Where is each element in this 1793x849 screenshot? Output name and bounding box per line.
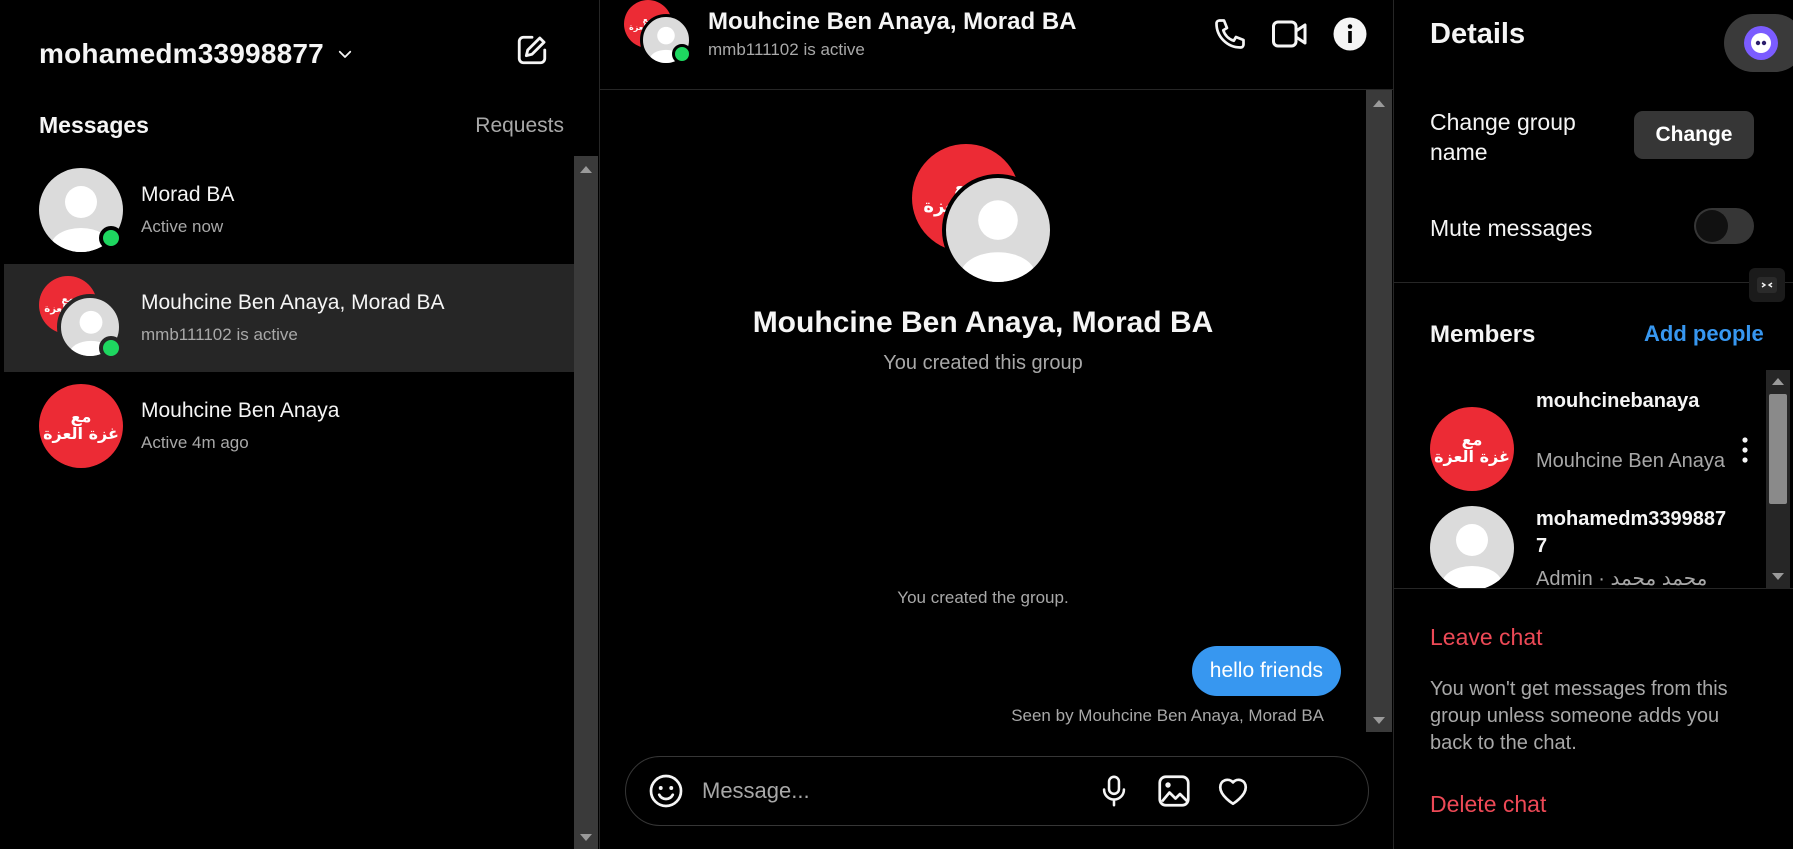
group-created-caption: You created this group [883, 352, 1083, 374]
conversation-panel: معغزة العزة Mouhcine Ben Anaya, Morad BA… [600, 0, 1394, 849]
message-composer [625, 756, 1369, 826]
divider [1394, 282, 1793, 283]
group-avatar[interactable]: معغزة العزة [624, 0, 694, 66]
scroll-down-arrow-icon[interactable] [1373, 717, 1385, 724]
compose-icon [517, 35, 547, 65]
details-title: Details [1430, 18, 1526, 50]
member-item[interactable]: mohamedm33998877 Admin · محمد محمد [1430, 506, 1750, 588]
seen-receipt: Seen by Mouhcine Ben Anaya, Morad BA [1011, 706, 1324, 725]
system-message: You created the group. [897, 588, 1069, 607]
leave-chat-button[interactable]: Leave chat [1430, 624, 1543, 651]
conversation-status: Active now [141, 217, 224, 236]
member-username: mouhcinebanaya [1536, 390, 1700, 412]
leave-chat-note: You won't get messages from this group u… [1430, 678, 1728, 754]
message-bubble-sent[interactable]: hello friends [1191, 646, 1341, 696]
online-indicator [99, 336, 123, 360]
mute-messages-label: Mute messages [1430, 215, 1593, 241]
browser-extension-button[interactable] [1724, 14, 1793, 72]
mute-messages-toggle[interactable] [1694, 208, 1754, 244]
add-people-link[interactable]: Add people [1644, 321, 1764, 347]
scrollbar-thumb[interactable] [1769, 394, 1787, 504]
scroll-up-arrow-icon[interactable] [1373, 100, 1385, 107]
delete-chat-button[interactable]: Delete chat [1430, 791, 1546, 818]
online-indicator [99, 226, 123, 250]
emoji-icon [649, 774, 683, 808]
avatar: مع غزة العزة [39, 384, 123, 468]
default-avatar-icon [1430, 506, 1514, 588]
member-full-name: Mouhcine Ben Anaya [1536, 450, 1726, 472]
more-icon [1742, 437, 1748, 463]
red-profile-avatar: معغزة العزة [1430, 407, 1514, 491]
conversation-item[interactable]: Morad BA Active now [4, 156, 574, 264]
phone-icon [1215, 19, 1245, 49]
info-icon [1333, 17, 1367, 51]
conversation-name: Mouhcine Ben Anaya, Morad BA [141, 291, 445, 314]
tab-messages[interactable]: Messages [39, 112, 149, 139]
members-heading: Members [1430, 321, 1536, 348]
conversation-name: Morad BA [141, 183, 235, 206]
thread-scrollbar[interactable] [1366, 90, 1392, 732]
image-icon [1158, 775, 1190, 807]
member-item[interactable]: مع غزة العزة mouhcinebanaya Mouhcine Ben … [1430, 388, 1750, 498]
chevron-down-icon [338, 50, 352, 58]
side-extension-icon[interactable] [1749, 268, 1785, 302]
account-username: mohamedm33998877 [39, 38, 324, 69]
conversation-item[interactable]: مع غزة العزة Mouhcine Ben Anaya Active 4m… [4, 372, 574, 480]
tab-requests[interactable]: Requests [475, 114, 564, 138]
group-avatar-large: معغزة العزة [912, 144, 1058, 286]
details-panel: Details Change group name Change Mute me… [1394, 0, 1793, 849]
member-options-button[interactable] [1735, 435, 1755, 465]
conversation-info-button[interactable] [1330, 14, 1370, 54]
conversation-status: Active 4m ago [141, 433, 249, 452]
microphone-icon [1102, 775, 1126, 807]
online-indicator [672, 44, 692, 64]
message-thread: معغزة العزة Mouhcine Ben Anaya, Morad BA… [600, 90, 1366, 740]
change-group-name-button[interactable]: Change [1634, 111, 1754, 159]
voice-message-button[interactable] [1094, 771, 1134, 811]
group-name-heading: Mouhcine Ben Anaya, Morad BA [752, 306, 1214, 339]
chat-status: mmb111102 is active [708, 40, 865, 59]
emoji-button[interactable] [646, 771, 686, 811]
scroll-up-arrow-icon[interactable] [1772, 378, 1784, 385]
message-input[interactable] [702, 778, 1162, 804]
members-list: مع غزة العزة mouhcinebanaya Mouhcine Ben … [1394, 370, 1766, 588]
inbox-tabs: Messages Requests [39, 112, 564, 139]
inbox-panel: mohamedm33998877 Messages Requests Morad… [0, 0, 600, 849]
audio-call-button[interactable] [1210, 14, 1250, 54]
chat-header: معغزة العزة Mouhcine Ben Anaya, Morad BA… [600, 0, 1394, 90]
members-scrollbar[interactable] [1766, 370, 1790, 588]
new-message-button[interactable] [512, 30, 552, 70]
scroll-up-arrow-icon[interactable] [580, 166, 592, 173]
scroll-down-arrow-icon[interactable] [1772, 573, 1784, 580]
red-profile-avatar: معغزة العزة [39, 384, 123, 468]
attach-image-button[interactable] [1154, 771, 1194, 811]
video-icon [1272, 20, 1307, 48]
conversation-list: Morad BA Active now معغزة العزة Mouhcine… [4, 156, 574, 480]
conversation-name: Mouhcine Ben Anaya [141, 399, 340, 422]
inbox-scrollbar[interactable] [574, 156, 598, 849]
default-avatar-icon [942, 174, 1054, 286]
change-group-name-label: Change group name [1430, 109, 1576, 165]
chat-title[interactable]: Mouhcine Ben Anaya, Morad BA [708, 8, 1076, 36]
toggle-knob [1696, 210, 1728, 242]
group-avatar: معغزة العزة [39, 276, 123, 360]
member-role: Admin · محمد محمد [1536, 568, 1708, 588]
heart-icon [1218, 778, 1248, 806]
member-username: mohamedm33998877 [1536, 508, 1727, 557]
extension-face-icon [1744, 26, 1778, 60]
divider [1394, 588, 1793, 589]
video-call-button[interactable] [1270, 14, 1310, 54]
avatar [39, 168, 123, 252]
like-button[interactable] [1213, 771, 1253, 811]
conversation-item-active[interactable]: معغزة العزة Mouhcine Ben Anaya, Morad BA… [4, 264, 574, 372]
scroll-down-arrow-icon[interactable] [580, 834, 592, 841]
account-switcher[interactable]: mohamedm33998877 [39, 36, 354, 72]
conversation-status: mmb111102 is active [141, 325, 298, 344]
